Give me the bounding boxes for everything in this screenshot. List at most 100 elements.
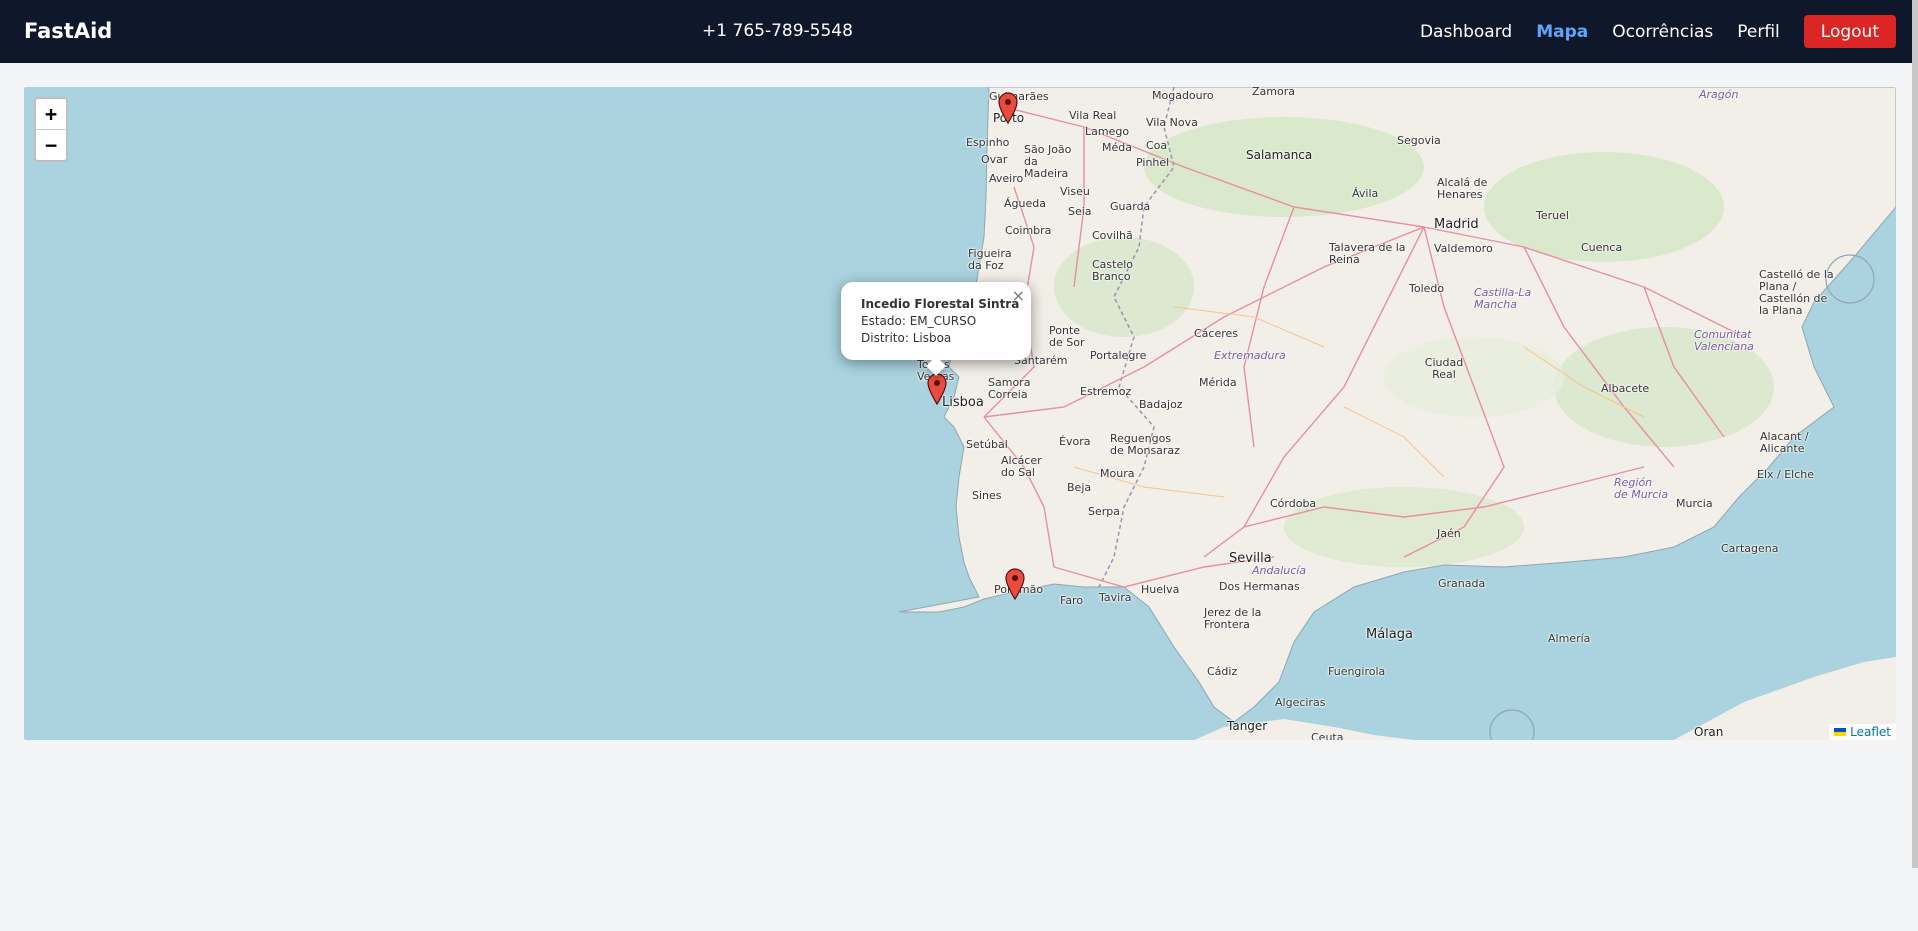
map-label: Extremadura (1214, 349, 1286, 362)
map-label: Sines (972, 489, 1002, 502)
popup-status: Estado: EM_CURSO (861, 314, 977, 328)
map-label: Badajoz (1139, 398, 1183, 411)
map-label: Ponte de Sor (1049, 324, 1085, 349)
nav-link-dashboard[interactable]: Dashboard (1420, 22, 1512, 42)
map-label: São João da Madeira (1024, 143, 1072, 180)
nav-link-ocorrencias[interactable]: Ocorrências (1612, 22, 1713, 42)
map-label: Vila Nova (1146, 116, 1198, 129)
map-label: Murcia (1676, 497, 1713, 510)
map-label: Reguengos de Monsaraz (1110, 432, 1180, 457)
ukraine-flag-icon (1834, 728, 1847, 736)
map-attribution: Leaflet (1829, 724, 1896, 740)
map-label: Samora Correia (988, 376, 1031, 401)
map-label: Lamego (1085, 125, 1130, 138)
map-label: Segovia (1397, 134, 1441, 147)
map-label: Teruel (1536, 209, 1569, 222)
map-label: Mogadouro (1152, 89, 1214, 102)
map-label: Ceuta (1311, 731, 1344, 740)
map-label: Tanger (1227, 719, 1268, 733)
popup-content: Incedio Florestal Sintra Estado: EM_CURS… (861, 296, 1019, 347)
map-label: Vila Real (1069, 109, 1117, 122)
map-label: Córdoba (1270, 497, 1317, 510)
popup-district: Distrito: Lisboa (861, 331, 952, 345)
map-label: Cádiz (1207, 665, 1238, 678)
map-label: Castilla-La Mancha (1474, 286, 1532, 311)
popup-title: Incedio Florestal Sintra (861, 297, 1020, 311)
map-label: Aragón (1699, 88, 1739, 101)
map-label: Ciudad Real (1424, 356, 1464, 381)
map-label: Málaga (1366, 627, 1413, 642)
map-marker-icon[interactable] (1005, 568, 1025, 600)
logout-button[interactable]: Logout (1803, 15, 1896, 48)
nav-link-perfil[interactable]: Perfil (1737, 22, 1780, 42)
map-label: Ovar (981, 153, 1008, 166)
map-label: Comunitat Valenciana (1694, 328, 1754, 353)
map-label: Moura (1100, 467, 1135, 480)
top-navbar: FastAid +1 765-789-5548 Dashboard Mapa O… (0, 0, 1918, 63)
map-label: Madrid (1434, 217, 1479, 232)
map-label: Jerez de la Frontera (1204, 606, 1262, 631)
page-scrollbar[interactable] (1912, 0, 1918, 868)
map-label: Estremoz (1080, 385, 1132, 398)
map-label: Figueira da Foz (968, 247, 1012, 272)
map-label: Talavera de la Reina (1329, 241, 1406, 266)
map-label: Portalegre (1090, 349, 1147, 362)
map-label: Serpa (1088, 505, 1120, 518)
map-label: Aveiro (989, 172, 1024, 185)
map-label: Jaén (1437, 527, 1461, 540)
map-label: Méda (1102, 141, 1132, 154)
map-label: Valdemoro (1434, 242, 1493, 255)
map-label: Cartagena (1721, 542, 1779, 555)
map-label: Castelló de la Plana / Castellón de la P… (1759, 268, 1834, 317)
map-label: Albacete (1601, 382, 1650, 395)
map-label: Salamanca (1246, 148, 1313, 162)
map-label: Oran (1694, 725, 1724, 739)
map-label: Coimbra (1005, 224, 1052, 237)
nav-links: Dashboard Mapa Ocorrências Perfil Logout (1396, 0, 1896, 63)
map-label: Fuengirola (1328, 665, 1386, 678)
map-label: Cuenca (1581, 241, 1623, 254)
map-label: Viseu (1060, 185, 1090, 198)
map-marker-icon[interactable] (998, 92, 1018, 124)
map-label: Seia (1068, 205, 1092, 218)
map-label: Setúbal (966, 438, 1008, 451)
zoom-out-button[interactable]: − (36, 130, 66, 160)
map-label: Faro (1060, 594, 1084, 607)
phone-number: +1 765-789-5548 (702, 21, 853, 41)
map-label: Dos Hermanas (1219, 580, 1300, 593)
map-label: Beja (1067, 481, 1092, 494)
marker-popup: × Incedio Florestal Sintra Estado: EM_CU… (841, 282, 1031, 376)
map-label: Guarda (1110, 200, 1151, 213)
map-label: Toledo (1409, 282, 1445, 295)
map-label: Zamora (1252, 87, 1295, 98)
map-label: Región de Murcia (1614, 476, 1669, 501)
map-tiles (898, 87, 1896, 740)
brand-logo[interactable]: FastAid (24, 0, 112, 63)
map-label: Coa (1146, 139, 1168, 152)
leaflet-link[interactable]: Leaflet (1850, 725, 1891, 739)
map-label: Granada (1438, 577, 1486, 590)
map-label: Castelo Branco (1092, 258, 1134, 283)
map-label: Almería (1548, 632, 1591, 645)
map-marker-icon[interactable] (927, 373, 947, 405)
map-label: Alacant / Alicante (1760, 430, 1809, 455)
map-label: Évora (1059, 435, 1091, 448)
map-label: Alcalá de Henares (1437, 176, 1488, 201)
map-label: Algeciras (1275, 696, 1326, 709)
map-label: Elx / Elche (1757, 468, 1815, 481)
nav-link-mapa[interactable]: Mapa (1536, 22, 1588, 42)
map-label: Águeda (1004, 197, 1046, 210)
zoom-control: + − (34, 97, 68, 162)
map-label: Mérida (1199, 376, 1237, 389)
map-label: Espinho (966, 136, 1010, 149)
map-container[interactable]: Guimarães Porto Vila Real Mogadouro Zamo… (24, 87, 1896, 740)
map-label: Alcácer do Sal (1001, 454, 1042, 479)
zoom-in-button[interactable]: + (36, 99, 66, 130)
map-label: Huelva (1141, 583, 1180, 596)
map-label: Ávila (1352, 187, 1379, 200)
map-label: Lisboa (942, 395, 984, 410)
map-label: Andalucía (1252, 564, 1307, 577)
map-label: Pinhel (1136, 156, 1170, 169)
map-label: Tavira (1099, 591, 1132, 604)
map-label: Cáceres (1194, 327, 1239, 340)
